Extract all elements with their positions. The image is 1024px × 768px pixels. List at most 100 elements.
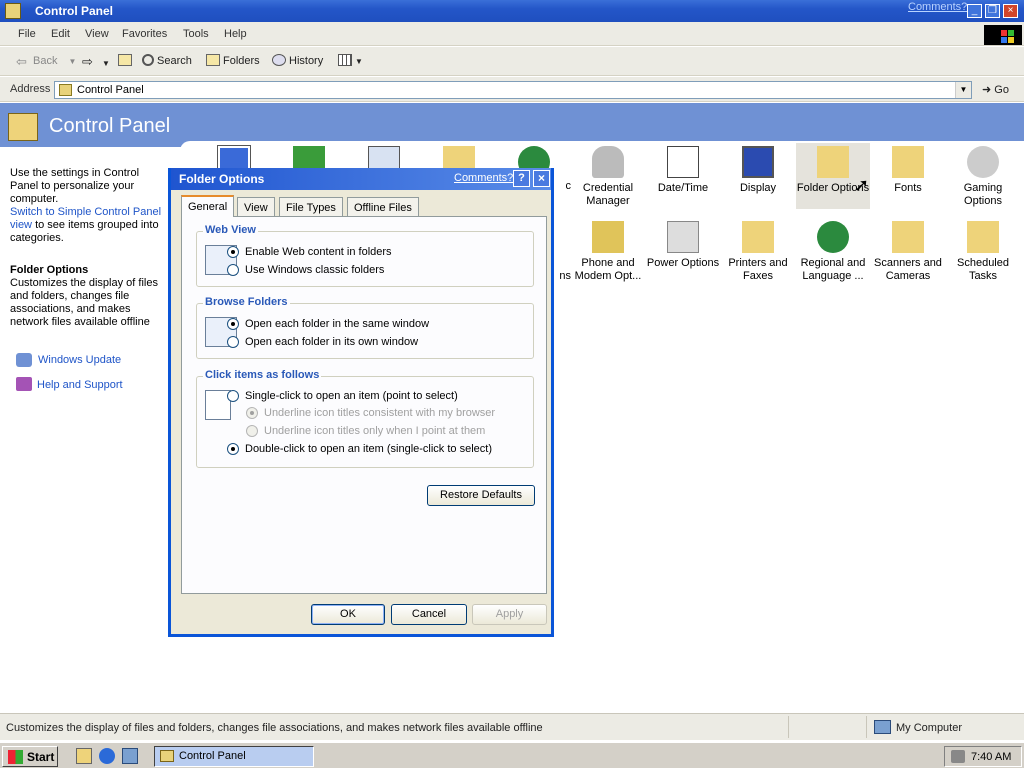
start-button[interactable]: Start xyxy=(2,746,58,767)
search-icon xyxy=(142,54,154,66)
enable-web-content-radio[interactable]: Enable Web content in folders xyxy=(227,246,392,258)
minimize-button[interactable]: _ xyxy=(967,4,982,18)
status-bar: Customizes the display of files and fold… xyxy=(0,713,1024,740)
windows-logo-icon xyxy=(984,25,1022,45)
icon-date-time[interactable]: Date/Time xyxy=(646,146,720,195)
comments-link[interactable]: Comments? xyxy=(908,1,967,13)
credential-icon xyxy=(592,146,624,178)
back-arrow-icon: ⇦ xyxy=(16,54,27,69)
control-panel-icon xyxy=(160,750,174,762)
folders-button[interactable]: Folders xyxy=(206,54,260,67)
tab-view[interactable]: View xyxy=(237,197,275,217)
icon-fonts[interactable]: Fonts xyxy=(871,146,945,195)
scanner-icon xyxy=(892,221,924,253)
address-bar: Address Control Panel ▼ ➜ Go xyxy=(0,77,1024,102)
dialog-comments-link[interactable]: Comments? xyxy=(454,172,513,184)
own-window-radio[interactable]: Open each folder in its own window xyxy=(227,336,418,348)
underline-browser-radio: Underline icon titles consistent with my… xyxy=(246,407,495,419)
back-button[interactable]: ⇦ Back ▼ xyxy=(16,54,76,69)
dialog-titlebar[interactable]: Folder Options Comments? ? × xyxy=(171,168,551,190)
icon-gaming-options[interactable]: Gaming Options xyxy=(946,146,1020,208)
windows-update-icon xyxy=(16,353,32,367)
icon-scanners-cameras[interactable]: Scanners and Cameras xyxy=(871,221,945,283)
icon-scheduled-tasks[interactable]: Scheduled Tasks xyxy=(946,221,1020,283)
same-window-radio[interactable]: Open each folder in the same window xyxy=(227,318,429,330)
web-view-group: Web View Enable Web content in folders U… xyxy=(196,224,534,287)
restore-button[interactable]: ❐ xyxy=(985,4,1000,18)
close-button[interactable]: × xyxy=(1003,4,1018,18)
windows-flag-icon xyxy=(8,750,23,764)
browse-folders-label: Browse Folders xyxy=(203,296,290,308)
search-button[interactable]: Search xyxy=(142,54,192,67)
left-pane: Use the settings in Control Panel to per… xyxy=(0,147,180,710)
go-arrow-icon: ➜ xyxy=(982,84,992,96)
window-title: Control Panel xyxy=(35,4,114,18)
icon-printers-faxes[interactable]: Printers and Faxes xyxy=(721,221,795,283)
menu-favorites[interactable]: Favorites xyxy=(122,28,167,40)
web-view-label: Web View xyxy=(203,224,258,236)
address-input[interactable]: Control Panel ▼ xyxy=(54,81,972,99)
menu-help[interactable]: Help xyxy=(224,28,247,40)
single-click-radio[interactable]: Single-click to open an item (point to s… xyxy=(227,390,458,402)
my-computer-icon xyxy=(874,720,891,734)
address-value: Control Panel xyxy=(77,84,144,96)
history-clock-icon xyxy=(272,54,286,66)
folder-options-dialog: Folder Options Comments? ? × General Vie… xyxy=(168,168,554,637)
show-desktop-icon[interactable] xyxy=(76,748,92,764)
forward-arrow-icon: ⇨ xyxy=(82,54,93,69)
clock[interactable]: 7:40 AM xyxy=(971,751,1011,763)
icon-phone-modem[interactable]: Phone and Modem Opt... xyxy=(571,221,645,283)
volume-icon[interactable] xyxy=(951,750,965,763)
window-titlebar[interactable]: Control Panel Comments? _ ❐ × xyxy=(0,0,1024,22)
views-grid-icon xyxy=(338,54,352,66)
detail-text: Customizes the display of files and fold… xyxy=(10,277,158,328)
help-support-icon xyxy=(16,377,32,391)
globe-icon xyxy=(817,221,849,253)
detail-title: Folder Options xyxy=(10,264,89,276)
icon-display[interactable]: Display xyxy=(721,146,795,195)
menu-tools[interactable]: Tools xyxy=(183,28,209,40)
menu-view[interactable]: View xyxy=(85,28,109,40)
system-tray: 7:40 AM xyxy=(944,746,1022,767)
folder-options-icon xyxy=(817,146,849,178)
icon-power-options[interactable]: Power Options xyxy=(646,221,720,270)
taskbar-control-panel[interactable]: Control Panel xyxy=(154,746,314,767)
internet-explorer-icon[interactable] xyxy=(99,748,115,764)
restore-defaults-button[interactable]: Restore Defaults xyxy=(427,485,535,506)
joystick-icon xyxy=(967,146,999,178)
up-button[interactable] xyxy=(118,54,135,67)
dialog-close-button[interactable]: × xyxy=(533,170,550,187)
go-button[interactable]: ➜ Go xyxy=(982,83,1009,96)
dialog-help-button[interactable]: ? xyxy=(513,170,530,187)
history-button[interactable]: History xyxy=(272,54,323,67)
mouse-cursor-icon: ➚ xyxy=(854,175,870,195)
ok-button[interactable]: OK xyxy=(311,604,385,625)
scheduled-tasks-icon xyxy=(967,221,999,253)
views-button[interactable]: ▼ xyxy=(338,54,363,67)
address-dropdown-button[interactable]: ▼ xyxy=(955,82,971,98)
intro-text: Use the settings in Control Panel to per… xyxy=(10,167,140,205)
forward-button[interactable]: ⇨ ▼ xyxy=(82,54,110,70)
menu-bar: File Edit View Favorites Tools Help xyxy=(0,22,1024,46)
toolbar: ⇦ Back ▼ ⇨ ▼ Search Folders History ▼ xyxy=(0,47,1024,76)
double-click-radio[interactable]: Double-click to open an item (single-cli… xyxy=(227,443,492,455)
taskbar: Start Control Panel 7:40 AM xyxy=(0,742,1024,768)
control-panel-icon xyxy=(8,113,38,141)
tab-offline-files[interactable]: Offline Files xyxy=(347,197,419,217)
classic-folders-radio[interactable]: Use Windows classic folders xyxy=(227,264,384,276)
icon-regional-language[interactable]: Regional and Language ... xyxy=(796,221,870,283)
tab-file-types[interactable]: File Types xyxy=(279,197,343,217)
calendar-clock-icon xyxy=(667,146,699,178)
icon-credential-manager[interactable]: Credential Manager xyxy=(571,146,645,208)
status-text: Customizes the display of files and fold… xyxy=(6,722,543,734)
control-panel-icon xyxy=(59,84,72,96)
tab-general[interactable]: General xyxy=(181,195,235,217)
menu-file[interactable]: File xyxy=(18,28,36,40)
cancel-button[interactable]: Cancel xyxy=(391,604,467,625)
switch-view-text: to see items grouped into categories. xyxy=(10,219,159,244)
network-icon[interactable] xyxy=(122,748,138,764)
address-label: Address xyxy=(10,83,51,95)
phone-icon xyxy=(592,221,624,253)
printer-folder-icon xyxy=(742,221,774,253)
menu-edit[interactable]: Edit xyxy=(51,28,70,40)
